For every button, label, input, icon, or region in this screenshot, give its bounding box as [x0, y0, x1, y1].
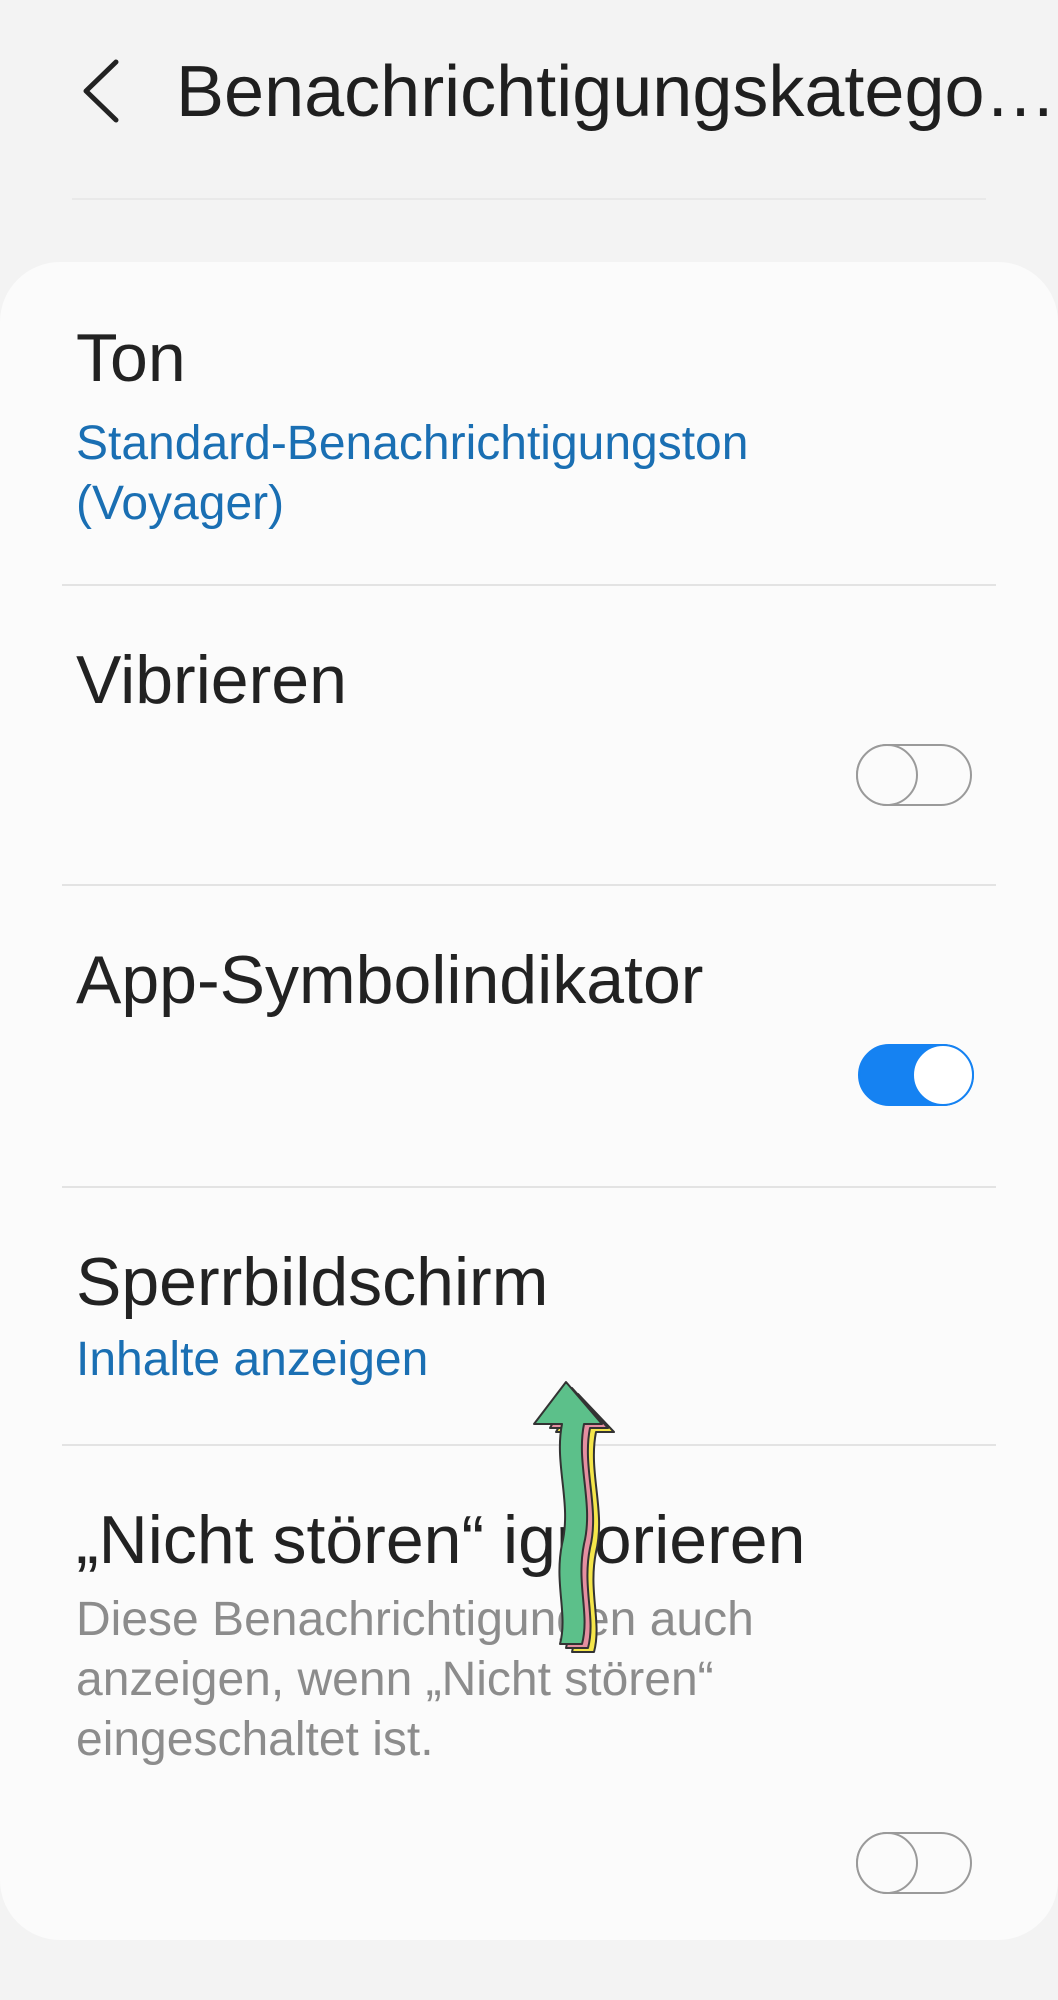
swipe-up-arrow-icon	[533, 1381, 615, 1653]
setting-sperrbildschirm-title: Sperrbildschirm	[76, 1244, 549, 1320]
header-divider	[72, 198, 986, 200]
setting-app-symbolindikator[interactable]: App-Symbolindikator	[0, 886, 1058, 1186]
setting-nicht-stoeren-description: Diese Benachrichtigungen auch anzeigen, …	[76, 1593, 754, 1766]
setting-ton[interactable]: Ton Standard-Benachrichtigungston (Voyag…	[0, 262, 1058, 584]
setting-sperrbildschirm-value: Inhalte anzeigen	[76, 1333, 429, 1386]
setting-ton-title: Ton	[76, 320, 186, 396]
back-button[interactable]	[60, 46, 140, 136]
setting-vibrieren-title: Vibrieren	[76, 642, 347, 718]
chevron-left-icon	[83, 59, 119, 123]
setting-ton-value: Standard-Benachrichtigungston (Voyager)	[76, 417, 749, 530]
toggle-knob	[856, 1832, 918, 1894]
setting-vibrieren[interactable]: Vibrieren	[0, 586, 1058, 884]
toggle-knob	[856, 744, 918, 806]
app-symbolindikator-toggle[interactable]	[858, 1044, 974, 1106]
toggle-knob	[912, 1044, 974, 1106]
top-app-bar: Benachrichtigungskatego…	[0, 0, 1058, 200]
page-title: Benachrichtigungskatego…	[176, 52, 1057, 132]
nicht-stoeren-toggle[interactable]	[856, 1832, 972, 1894]
setting-app-symbolindikator-title: App-Symbolindikator	[76, 942, 704, 1018]
setting-nicht-stoeren-title: „Nicht stören“ ignorieren	[76, 1502, 806, 1578]
settings-card: Ton Standard-Benachrichtigungston (Voyag…	[0, 262, 1058, 1940]
vibrieren-toggle[interactable]	[856, 744, 972, 806]
